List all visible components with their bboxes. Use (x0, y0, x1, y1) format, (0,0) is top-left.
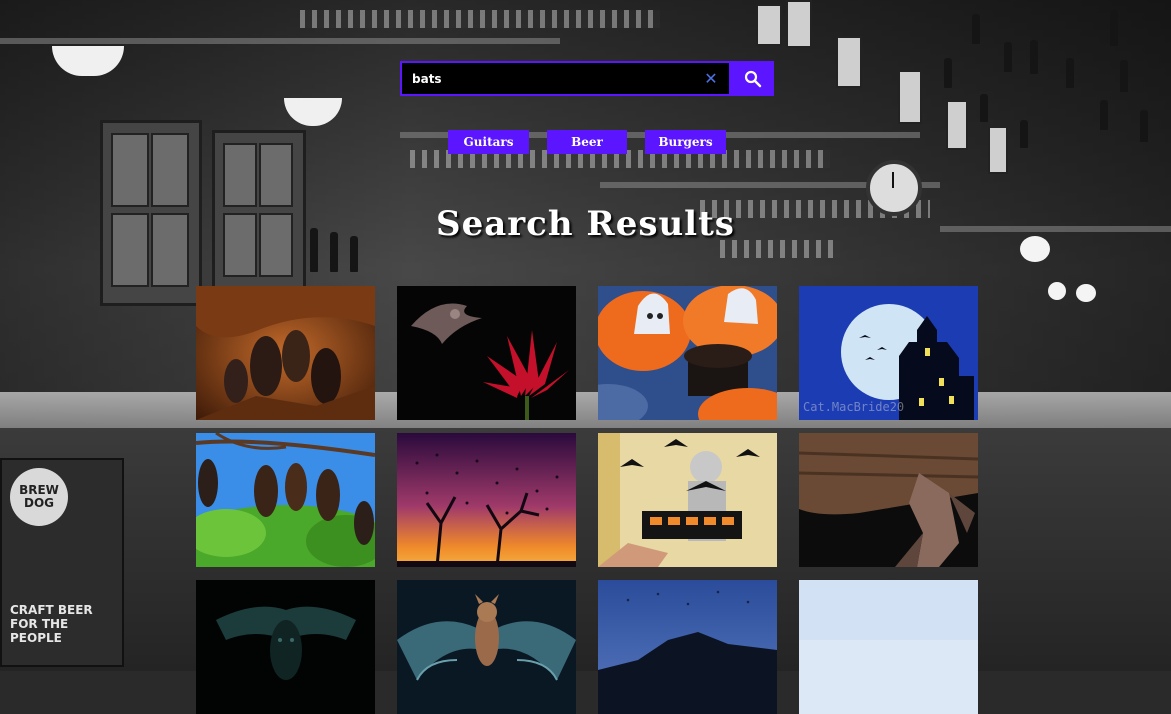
cupcakes-image (598, 286, 777, 420)
bottle (1120, 60, 1128, 92)
tag-beer-button[interactable]: Beer (547, 130, 627, 154)
pennant (836, 36, 862, 88)
search-field: ✕ (400, 61, 731, 96)
result-image[interactable] (196, 286, 375, 420)
bottle (1004, 42, 1012, 72)
bottle (972, 14, 980, 44)
result-image[interactable] (196, 433, 375, 567)
close-icon[interactable]: ✕ (703, 71, 719, 87)
result-image[interactable] (799, 580, 978, 714)
poster-logo: BREW DOG (10, 468, 68, 526)
quick-tags: Guitars Beer Burgers (448, 130, 726, 154)
light-bulb (1076, 284, 1096, 302)
bats-sunset-image (397, 433, 576, 567)
shelf (0, 38, 560, 44)
search-icon (744, 70, 761, 87)
result-image[interactable] (598, 286, 777, 420)
bottle (1100, 100, 1108, 130)
child-bat-craft-image (598, 433, 777, 567)
tag-guitars-button[interactable]: Guitars (448, 130, 529, 154)
bottle (1030, 40, 1038, 74)
ceiling-lamp (52, 46, 124, 76)
page-title: Search Results (436, 204, 735, 244)
image-watermark: Cat.MacBride20 (803, 400, 905, 414)
ceiling-lamp (284, 98, 342, 126)
bat-log-image (799, 433, 978, 567)
light-bulb (1048, 282, 1066, 300)
brewdog-poster: BREW DOG CRAFT BEER FOR THE PEOPLE (0, 458, 124, 667)
search-input[interactable] (412, 63, 697, 94)
result-image[interactable] (799, 433, 978, 567)
glass-rack (300, 10, 660, 28)
result-image[interactable] (397, 433, 576, 567)
poster-text: CRAFT BEER FOR THE PEOPLE (10, 603, 93, 645)
pale-sky-image (799, 580, 978, 714)
bottle (1020, 120, 1028, 148)
result-image[interactable] (397, 286, 576, 420)
fruit-bats-tree-image (196, 433, 375, 567)
pennant (898, 70, 922, 124)
bat-dark-cave-image (196, 580, 375, 714)
bat-spread-wings-image (397, 580, 576, 714)
search-button[interactable] (731, 61, 774, 96)
bottle (1110, 10, 1118, 46)
result-image[interactable] (598, 433, 777, 567)
bats-in-cave-image (196, 286, 375, 420)
result-image[interactable] (598, 580, 777, 714)
bottle (1066, 58, 1074, 88)
pennant (756, 4, 782, 46)
tag-burgers-button[interactable]: Burgers (645, 130, 726, 154)
result-image[interactable] (397, 580, 576, 714)
result-image[interactable] (196, 580, 375, 714)
pennant (786, 0, 812, 48)
pennant (988, 126, 1008, 174)
result-image[interactable]: Cat.MacBride20 (799, 286, 978, 420)
dusk-landscape-image (598, 580, 777, 714)
results-grid: Cat.MacBride20 (196, 286, 978, 714)
search-bar: ✕ (400, 61, 774, 96)
bottle (980, 94, 988, 122)
bat-flower-image (397, 286, 576, 420)
bottle (1140, 110, 1148, 142)
bottle (944, 58, 952, 88)
pennant (946, 100, 968, 150)
